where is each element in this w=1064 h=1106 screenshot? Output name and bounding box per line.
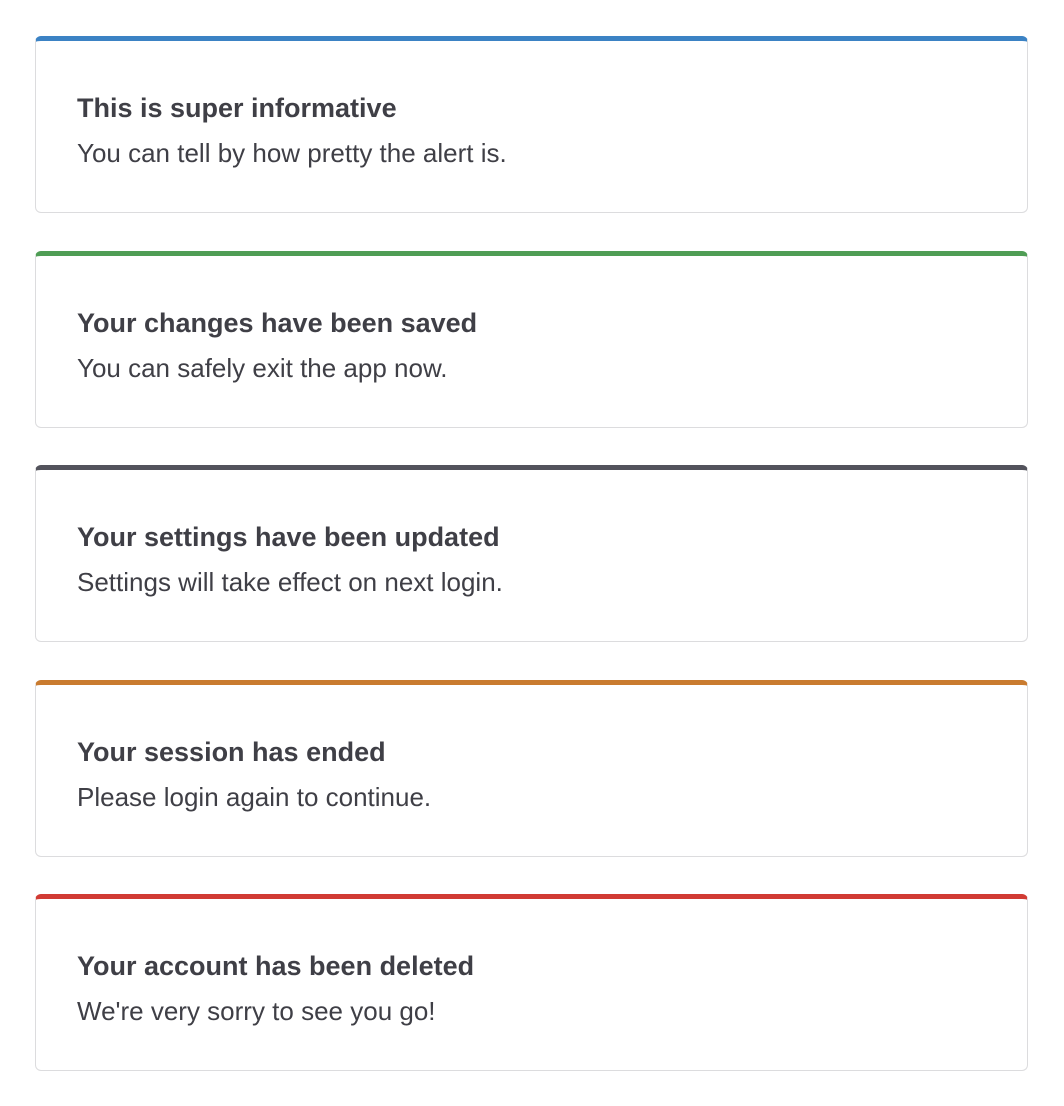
- neutral-alert-message: Settings will take effect on next login.: [77, 567, 503, 597]
- danger-alert-title: Your account has been deleted: [77, 951, 475, 981]
- success-alert: Your changes have been saved You can saf…: [35, 251, 1028, 428]
- warning-alert-title: Your session has ended: [77, 737, 386, 767]
- alert-stack: This is super informative You can tell b…: [0, 0, 1064, 1106]
- info-alert: This is super informative You can tell b…: [35, 36, 1028, 213]
- warning-alert: Your session has ended Please login agai…: [35, 680, 1028, 857]
- info-alert-message: You can tell by how pretty the alert is.: [77, 138, 507, 168]
- danger-alert-message: We're very sorry to see you go!: [77, 996, 436, 1026]
- neutral-alert-title: Your settings have been updated: [77, 522, 500, 552]
- warning-alert-message: Please login again to continue.: [77, 782, 432, 812]
- info-alert-title: This is super informative: [77, 93, 397, 123]
- neutral-alert: Your settings have been updated Settings…: [35, 465, 1028, 642]
- success-alert-message: You can safely exit the app now.: [77, 353, 448, 383]
- success-alert-title: Your changes have been saved: [77, 308, 478, 338]
- danger-alert: Your account has been deleted We're very…: [35, 894, 1028, 1071]
